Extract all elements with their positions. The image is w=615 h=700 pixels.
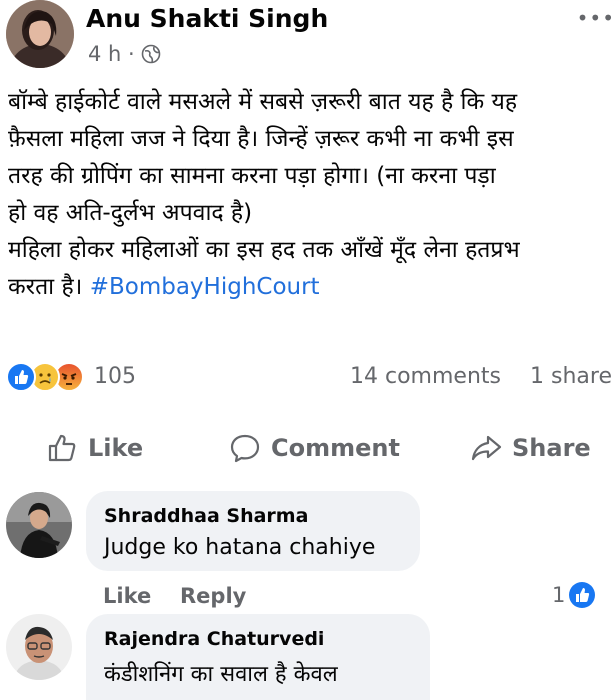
author-avatar[interactable] [6, 0, 74, 68]
commenter-name[interactable]: Rajendra Chaturvedi [104, 628, 324, 650]
post-author-name[interactable]: Anu Shakti Singh [86, 4, 328, 33]
comment-reaction-count: 1 [552, 583, 566, 607]
post-text-line: बॉम्बे हाईकोर्ट वाले मसअले में सबसे ज़रू… [8, 89, 518, 115]
like-button[interactable]: Like [46, 430, 143, 466]
commenter-avatar[interactable] [6, 492, 72, 558]
post-text-line: तरह की ग्रोपिंग का सामना करना पड़ा होगा।… [8, 163, 496, 189]
post-text-line: महिला होकर महिलाओं का इस हद तक आँखें मूँ… [8, 237, 520, 263]
share-button-label: Share [512, 434, 591, 462]
comment-reaction-summary[interactable]: 1 [552, 582, 596, 608]
comment-bubble: Rajendra Chaturvedi कंडीशनिंग का सवाल है… [86, 614, 430, 700]
comment-reply-button[interactable]: Reply [180, 584, 246, 608]
like-button-label: Like [88, 434, 144, 462]
share-button[interactable]: Share [470, 430, 591, 466]
comment-text: Judge ko hatana chahiye [104, 535, 376, 560]
post-time-text: 4 h · [88, 42, 135, 66]
globe-icon [141, 44, 161, 64]
like-reaction-icon [6, 362, 36, 392]
thumbs-up-icon [46, 432, 78, 464]
reaction-count[interactable]: 105 [94, 364, 136, 389]
post-last-line-text: करता है। [8, 274, 90, 300]
comment-bubble-icon [229, 432, 261, 464]
post-body: बॉम्बे हाईकोर्ट वाले मसअले में सबसे ज़रू… [8, 84, 613, 306]
comment-like-button[interactable]: Like [103, 584, 151, 608]
comment-text: कंडीशनिंग का सवाल है केवल [104, 662, 338, 687]
shares-count[interactable]: 1 share [530, 364, 612, 389]
comments-count[interactable]: 14 comments [350, 364, 501, 389]
post-text-line: करता है। #BombayHighCourt [8, 269, 613, 306]
hashtag-link[interactable]: #BombayHighCourt [90, 274, 320, 300]
post-timestamp[interactable]: 4 h · [88, 42, 161, 66]
commenter-name[interactable]: Shraddhaa Sharma [104, 505, 308, 527]
share-arrow-icon [470, 432, 502, 464]
comment-button-label: Comment [271, 434, 400, 462]
commenter-avatar[interactable] [6, 614, 72, 680]
post-text-line: हो वह अति-दुर्लभ अपवाद है) [8, 200, 253, 226]
like-reaction-icon [569, 582, 596, 608]
comment-button[interactable]: Comment [229, 430, 400, 466]
comment-bubble: Shraddhaa Sharma Judge ko hatana chahiye [86, 491, 420, 571]
post-text-line: फ़ैसला महिला जज ने दिया है। जिन्हें ज़रू… [8, 126, 514, 152]
more-options-icon[interactable]: ••• [577, 6, 615, 30]
